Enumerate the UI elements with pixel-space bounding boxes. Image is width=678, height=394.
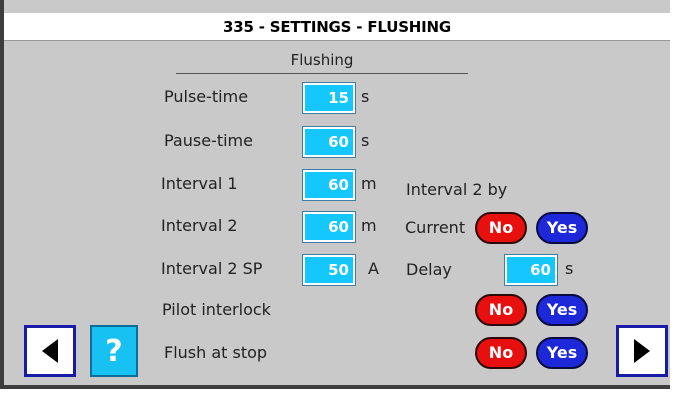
triangle-left-icon: [42, 339, 58, 363]
pilot-interlock-yes-button[interactable]: Yes: [536, 294, 588, 326]
interval-1-input[interactable]: 60: [303, 170, 355, 200]
current-no-button[interactable]: No: [475, 212, 527, 244]
interval-1-unit: m: [361, 174, 377, 193]
flush-at-stop-label: Flush at stop: [164, 343, 268, 362]
interval-2-sp-input[interactable]: 50: [303, 255, 355, 285]
current-yes-button[interactable]: Yes: [536, 212, 588, 244]
interval-1-label: Interval 1: [161, 174, 238, 193]
pulse-time-label: Pulse-time: [164, 87, 249, 106]
current-label: Current: [405, 218, 466, 237]
interval-2-sp-label: Interval 2 SP: [161, 259, 263, 278]
pause-time-label: Pause-time: [164, 131, 253, 150]
delay-unit: s: [565, 259, 574, 278]
pilot-interlock-no-button[interactable]: No: [475, 294, 527, 326]
bottom-edge: [0, 389, 678, 394]
pulse-time-unit: s: [361, 87, 370, 106]
pause-time-input[interactable]: 60: [303, 127, 355, 157]
interval-2-sp-unit: A: [368, 259, 379, 278]
pause-time-unit: s: [361, 131, 370, 150]
help-button[interactable]: ?: [90, 325, 138, 377]
delay-label: Delay: [406, 260, 452, 279]
flush-at-stop-yes-button[interactable]: Yes: [536, 337, 588, 369]
screen-title: 335 - SETTINGS - FLUSHING: [4, 13, 670, 41]
interval-2-unit: m: [361, 216, 377, 235]
flush-at-stop-no-button[interactable]: No: [475, 337, 527, 369]
right-edge: [670, 0, 678, 394]
next-screen-button[interactable]: [616, 325, 668, 377]
interval-2-by-heading: Interval 2 by: [406, 180, 508, 199]
previous-screen-button[interactable]: [24, 325, 76, 377]
pilot-interlock-label: Pilot interlock: [162, 300, 271, 319]
section-title-flushing: Flushing: [176, 47, 468, 74]
delay-input[interactable]: 60: [505, 255, 557, 285]
triangle-right-icon: [634, 339, 650, 363]
pulse-time-input[interactable]: 15: [303, 83, 355, 113]
interval-2-input[interactable]: 60: [303, 212, 355, 242]
interval-2-label: Interval 2: [161, 216, 238, 235]
